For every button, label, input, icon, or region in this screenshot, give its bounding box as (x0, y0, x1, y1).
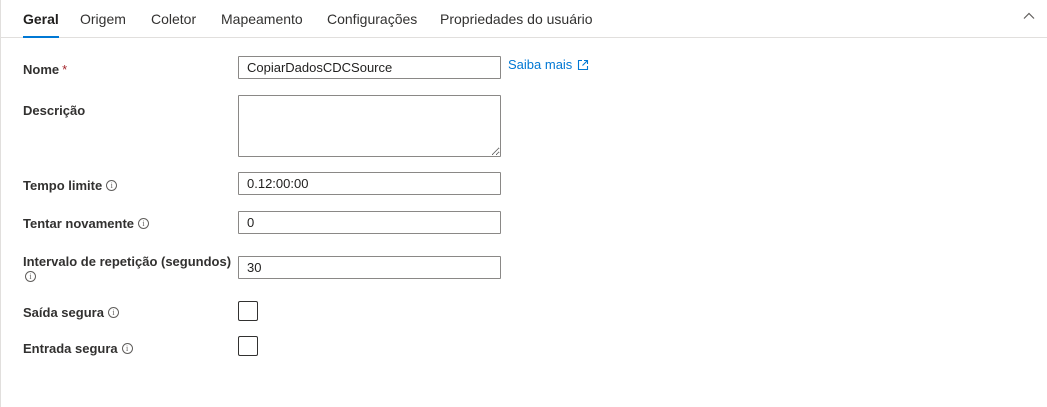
tab-configuracoes[interactable]: Configurações (327, 0, 417, 37)
name-label: Nome * (23, 62, 68, 77)
retry-input[interactable] (238, 211, 501, 234)
timeout-input[interactable] (238, 172, 501, 195)
learn-more-link[interactable]: Saiba mais (508, 57, 589, 72)
activity-properties-panel: Geral Origem 1 Coletor 1 Mapeamento Conf… (0, 0, 1047, 407)
tab-bar: Geral Origem 1 Coletor 1 Mapeamento Conf… (1, 0, 1047, 38)
name-input[interactable] (238, 56, 501, 79)
tab-geral[interactable]: Geral (23, 0, 59, 38)
tab-coletor[interactable]: Coletor 1 (151, 0, 205, 37)
tab-propriedades-do-usuario[interactable]: Propriedades do usuário (440, 0, 593, 37)
secure-input-label: Entrada segura i (23, 341, 133, 356)
info-icon[interactable]: i (138, 218, 150, 229)
info-icon[interactable]: i (106, 180, 118, 191)
tab-mapeamento[interactable]: Mapeamento (221, 0, 303, 37)
tab-label: Configurações (327, 11, 418, 27)
description-label: Descrição (23, 103, 86, 118)
info-icon[interactable]: i (121, 343, 133, 354)
info-icon[interactable]: i (25, 271, 36, 282)
secure-output-checkbox[interactable] (238, 301, 258, 321)
error-count-badge: 1 (199, 0, 205, 2)
tab-label: Propriedades do usuário (440, 11, 593, 27)
tab-label: Geral (23, 11, 59, 27)
info-icon[interactable]: i (107, 307, 119, 318)
retry-interval-input[interactable] (238, 256, 501, 279)
timeout-label: Tempo limite i (23, 178, 118, 193)
retry-interval-label: Intervalo de repetição (segundos) (23, 254, 232, 269)
error-count-badge: 1 (129, 0, 135, 2)
tab-label: Coletor (151, 11, 197, 27)
description-textarea[interactable] (238, 95, 501, 157)
required-marker: * (62, 62, 68, 77)
secure-input-checkbox[interactable] (238, 336, 258, 356)
collapse-button[interactable] (1021, 8, 1037, 24)
retry-label: Tentar novamente i (23, 216, 150, 231)
tab-origem[interactable]: Origem 1 (80, 0, 135, 37)
secure-output-label: Saída segura i (23, 305, 119, 320)
external-link-icon (578, 59, 589, 71)
tab-label: Mapeamento (221, 11, 303, 27)
chevron-up-icon (1023, 12, 1035, 19)
tab-label: Origem (80, 11, 126, 27)
